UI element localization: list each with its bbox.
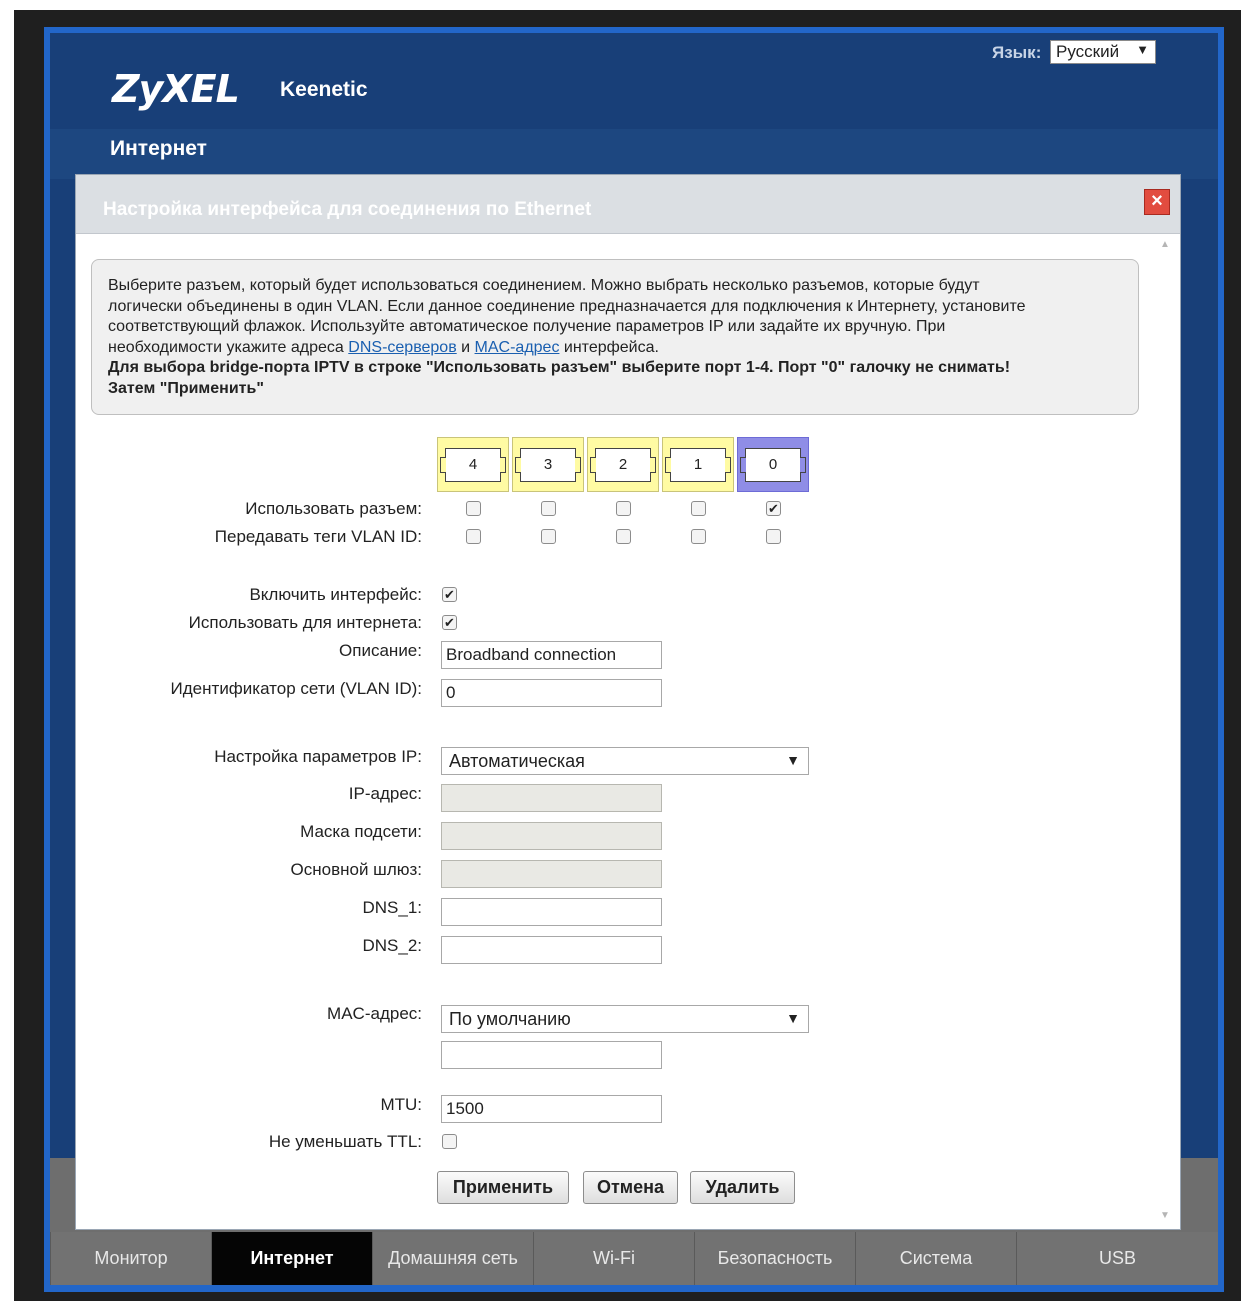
- ip-address-label: IP-адрес:: [348, 784, 422, 803]
- use-internet-checkbox[interactable]: ✔: [442, 615, 457, 630]
- vlan-tags-port-1-checkbox[interactable]: [691, 529, 706, 544]
- page-title: Интернет: [110, 137, 207, 160]
- nav-label: Интернет: [250, 1248, 334, 1268]
- description-label: Описание:: [339, 641, 422, 660]
- vlan-tags-port-0-checkbox[interactable]: [766, 529, 781, 544]
- subnet-mask-label: Маска подсети:: [300, 822, 422, 841]
- port-2[interactable]: 2: [587, 437, 659, 492]
- close-icon[interactable]: ×: [1144, 189, 1170, 215]
- scroll-up-icon[interactable]: ▲: [1160, 239, 1170, 250]
- vlan-tags-label: Передавать теги VLAN ID:: [214, 527, 422, 546]
- info-bold-text: Затем "Применить": [108, 379, 264, 397]
- dns2-input[interactable]: [441, 936, 662, 964]
- dns1-label: DNS_1:: [362, 898, 422, 917]
- use-port-2-checkbox[interactable]: [616, 501, 631, 516]
- use-port-0-checkbox[interactable]: ✔: [766, 501, 781, 516]
- nav-item-usb[interactable]: USB: [1016, 1232, 1218, 1285]
- use-port-1-checkbox[interactable]: [691, 501, 706, 516]
- dialog-title: Настройка интерфейса для соединения по E…: [103, 199, 592, 220]
- ip-mode-label: Настройка параметров IP:: [214, 747, 422, 766]
- vlan-tags-port-3-checkbox[interactable]: [541, 529, 556, 544]
- vlan-id-input[interactable]: [441, 679, 662, 707]
- gateway-label: Основной шлюз:: [290, 860, 422, 879]
- info-bold-line: Для выбора bridge-порта IPTV в строке "И…: [108, 358, 1122, 379]
- dropdown-arrow-icon: ▼: [786, 752, 800, 768]
- info-bold-text: Для выбора bridge-порта IPTV в строке "И…: [108, 359, 1011, 376]
- mac-address-label: MAC-адрес:: [327, 1004, 422, 1023]
- info-text: необходимости укажите адреса: [108, 338, 349, 356]
- nav-label: Безопасность: [717, 1248, 833, 1268]
- dns-servers-link[interactable]: DNS-серверов: [348, 339, 456, 356]
- info-text: и: [456, 338, 475, 356]
- nav-item-monitor[interactable]: Монитор: [50, 1232, 211, 1285]
- ip-mode-value: Автоматическая: [449, 751, 585, 771]
- port-1[interactable]: 1: [662, 437, 734, 492]
- info-text-line: соответствующий флажок. Используйте авто…: [108, 318, 946, 335]
- language-value: Русский: [1056, 42, 1120, 61]
- vlan-tags-port-4-checkbox[interactable]: [466, 529, 481, 544]
- dns2-label: DNS_2:: [362, 936, 422, 955]
- info-text-line: необходимости укажите адреса DNS-серверо…: [108, 338, 1122, 359]
- ethernet-port-icon: 0: [740, 448, 806, 482]
- mac-address-link[interactable]: MAC-адрес: [475, 339, 560, 356]
- nav-item-internet[interactable]: Интернет: [211, 1232, 372, 1285]
- nav-item-home-network[interactable]: Домашняя сеть: [372, 1232, 533, 1285]
- info-text-line: логически объединены в один VLAN. Если д…: [108, 297, 1026, 315]
- mtu-input[interactable]: [441, 1095, 662, 1123]
- language-label: Язык:: [992, 43, 1042, 62]
- use-internet-label: Использовать для интернета:: [188, 613, 422, 632]
- nav-item-wifi[interactable]: Wi-Fi: [533, 1232, 694, 1285]
- apply-button[interactable]: Применить: [437, 1171, 569, 1204]
- port-0[interactable]: 0: [737, 437, 809, 492]
- ip-address-input[interactable]: [441, 784, 662, 812]
- enable-interface-label: Включить интерфейс:: [249, 585, 422, 604]
- ttl-checkbox[interactable]: [442, 1134, 457, 1149]
- ethernet-port-icon: 1: [665, 448, 731, 482]
- title-bar: [50, 129, 1218, 179]
- ttl-label: Не уменьшать TTL:: [268, 1132, 422, 1151]
- vlan-tags-port-2-checkbox[interactable]: [616, 529, 631, 544]
- brand-logo: ZyXEL: [112, 67, 240, 111]
- delete-button[interactable]: Удалить: [690, 1171, 795, 1204]
- mac-mode-select[interactable]: По умолчанию ▼: [441, 1005, 809, 1033]
- vlan-id-label: Идентификатор сети (VLAN ID):: [170, 679, 422, 698]
- subnet-mask-input[interactable]: [441, 822, 662, 850]
- info-bold-line: Затем "Применить": [108, 379, 1122, 400]
- gateway-input[interactable]: [441, 860, 662, 888]
- dropdown-arrow-icon: ▼: [1136, 42, 1149, 57]
- nav-item-security[interactable]: Безопасность: [694, 1232, 855, 1285]
- cancel-button[interactable]: Отмена: [583, 1171, 678, 1204]
- language-select[interactable]: Русский ▼: [1050, 40, 1156, 64]
- info-text: интерфейса.: [559, 338, 659, 356]
- ethernet-port-icon: 2: [590, 448, 656, 482]
- nav-label: Монитор: [94, 1248, 168, 1268]
- use-port-3-checkbox[interactable]: [541, 501, 556, 516]
- nav-label: Система: [899, 1248, 973, 1268]
- ethernet-port-icon: 4: [440, 448, 506, 482]
- product-name: Keenetic: [280, 78, 368, 101]
- enable-interface-checkbox[interactable]: ✔: [442, 587, 457, 602]
- port-3[interactable]: 3: [512, 437, 584, 492]
- use-port-label: Использовать разъем:: [245, 499, 422, 518]
- ip-mode-select[interactable]: Автоматическая ▼: [441, 747, 809, 775]
- dialog-header: Настройка интерфейса для соединения по E…: [76, 175, 1180, 234]
- use-port-4-checkbox[interactable]: [466, 501, 481, 516]
- ethernet-port-icon: 3: [515, 448, 581, 482]
- mac-mode-value: По умолчанию: [449, 1009, 571, 1029]
- dns1-input[interactable]: [441, 898, 662, 926]
- mac-address-input[interactable]: [441, 1041, 662, 1069]
- info-text-line: Выберите разъем, который будет использов…: [108, 277, 980, 294]
- dialog-scrollbar[interactable]: ▲ ▼: [1152, 235, 1178, 1225]
- mtu-label: MTU:: [380, 1095, 422, 1114]
- nav-item-system[interactable]: Система: [855, 1232, 1016, 1285]
- nav-label: USB: [1098, 1248, 1136, 1268]
- nav-label: Wi-Fi: [593, 1248, 635, 1268]
- scroll-down-icon[interactable]: ▼: [1160, 1210, 1170, 1221]
- dropdown-arrow-icon: ▼: [786, 1010, 800, 1026]
- port-4[interactable]: 4: [437, 437, 509, 492]
- ethernet-settings-dialog: Настройка интерфейса для соединения по E…: [75, 174, 1181, 1230]
- description-input[interactable]: [441, 641, 662, 669]
- nav-label: Домашняя сеть: [388, 1248, 518, 1268]
- info-box: Выберите разъем, который будет использов…: [91, 259, 1139, 415]
